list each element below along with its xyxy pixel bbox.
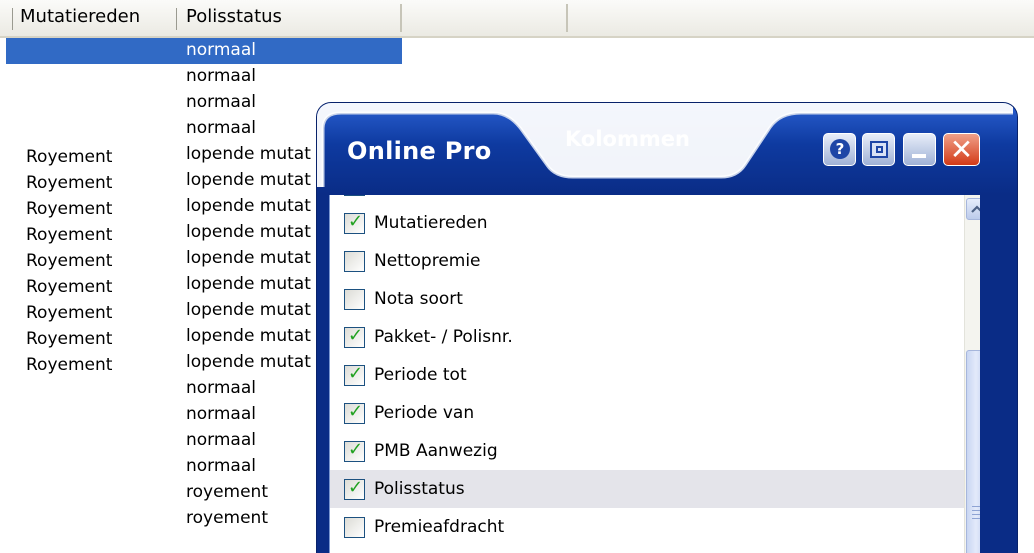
cell-polisstatus[interactable]: normaal [186,115,256,141]
cell-polisstatus[interactable]: lopende mutat [186,219,311,245]
cell-polisstatus[interactable]: lopende mutat [186,141,311,167]
grid-header: Mutatiereden Polisstatus [0,0,1034,38]
cell-polisstatus[interactable]: normaal [186,375,256,401]
cell-polisstatus[interactable]: lopende mutat [186,323,311,349]
checkmark-icon: ✓ [348,211,364,232]
column-checkbox[interactable]: ✓ [344,325,365,348]
cell-polisstatus[interactable]: royement [186,479,268,505]
cell-mutatiereden[interactable]: Royement [26,196,112,222]
list-item-label: Mutatiereden [374,213,488,233]
list-item[interactable]: ✓ PMB Aanwezig [330,432,964,470]
list-item[interactable]: ✓ Polisstatus [330,470,964,508]
list-item-label: PMB Aanwezig [374,441,498,461]
help-icon: ? [830,139,850,159]
cell-polisstatus[interactable]: lopende mutat [186,193,311,219]
column-checkbox[interactable] [344,251,365,272]
cell-polisstatus[interactable]: normaal [186,89,256,115]
cell-mutatiereden[interactable]: Royement [26,352,112,378]
cell-mutatiereden[interactable]: Royement [26,300,112,326]
column-checkbox[interactable]: ✓ [344,401,365,424]
scroll-grip [972,506,980,507]
vertical-scrollbar[interactable] [964,195,980,553]
list-item-label: Pakket- / Polisnr. [374,327,513,347]
list-item[interactable]: Premieafdracht [330,508,964,546]
list-item-label: Premieafdracht [374,517,505,537]
list-item-label: Periode tot [374,365,467,385]
column-checkbox[interactable]: ✓ [344,363,365,386]
list-item-label: Nota soort [374,289,463,309]
cell-polisstatus[interactable]: normaal [186,63,256,89]
app-title: Online Pro [347,137,492,165]
list-item-label: Periode van [374,403,475,423]
list-item[interactable]: Nettopremie [330,242,964,280]
cell-mutatiereden[interactable]: Royement [26,144,112,170]
column-checkbox[interactable] [344,289,365,310]
cell-polisstatus[interactable]: lopende mutat [186,245,311,271]
close-icon: ✕ [949,133,974,166]
scroll-grip [972,518,980,519]
scroll-up-button[interactable] [966,198,980,220]
scroll-grip [972,514,980,515]
cell-polisstatus[interactable]: normaal [186,453,256,479]
checkmark-icon: ✓ [348,325,364,346]
column-header-polisstatus[interactable]: Polisstatus [186,6,282,27]
checkmark-icon: ✓ [348,439,364,460]
screenshot-icon [870,141,888,158]
chevron-up-icon [971,205,980,213]
screenshot-button[interactable] [862,133,895,166]
column-separator[interactable] [400,4,402,32]
cell-mutatiereden[interactable]: Royement [26,274,112,300]
cell-polisstatus[interactable]: normaal [186,401,256,427]
list-item[interactable]: ✓ Periode tot [330,356,964,394]
cell-polisstatus[interactable]: lopende mutat [186,297,311,323]
scroll-thumb[interactable] [966,350,980,553]
cell-polisstatus[interactable]: lopende mutat [186,271,311,297]
cell-mutatiereden[interactable]: Royement [26,248,112,274]
column-list[interactable]: ✓ Mutatiereden Nettopremie Nota soort ✓ Pakke… [329,195,980,553]
list-item[interactable]: Nota soort [330,280,964,318]
cell-mutatiereden[interactable]: Royement [26,170,112,196]
kolommen-dialog: Online Pro Kolommen ? ✕ ✓ Mutatiereden Net… [317,103,1017,553]
cell-polisstatus[interactable]: royement [186,505,268,531]
column-header-mutatiereden[interactable]: Mutatiereden [20,6,140,27]
list-item[interactable]: ✓ Mutatiereden [330,204,964,242]
cell-polisstatus[interactable]: lopende mutat [186,349,311,375]
checkmark-icon: ✓ [348,477,364,498]
cell-polisstatus[interactable]: normaal [186,427,256,453]
list-item[interactable]: ✓ Pakket- / Polisnr. [330,318,964,356]
close-button[interactable]: ✕ [943,133,980,166]
column-separator[interactable] [12,8,13,30]
minimize-icon [912,154,926,158]
dialog-title-bar[interactable]: Online Pro Kolommen ? ✕ [317,103,1017,195]
column-checkbox[interactable]: ✓ [344,477,365,500]
checkmark-icon: ✓ [348,363,364,384]
column-separator[interactable] [566,4,568,32]
cell-mutatiereden[interactable]: Royement [26,222,112,248]
column-checkbox[interactable] [344,195,365,196]
minimize-button[interactable] [903,133,936,166]
scroll-grip [972,510,980,511]
cell-mutatiereden[interactable]: Royement [26,326,112,352]
column-checkbox[interactable]: ✓ [344,211,365,234]
list-item[interactable]: ✓ Periode van [330,394,964,432]
column-checkbox[interactable] [344,517,365,538]
column-checkbox[interactable]: ✓ [344,439,365,462]
list-item-partial[interactable] [330,195,964,204]
column-separator[interactable] [176,8,177,30]
list-item-label: Polisstatus [374,479,465,499]
cell-polisstatus[interactable]: normaal [186,37,256,63]
tab-kolommen[interactable]: Kolommen [565,127,690,151]
help-button[interactable]: ? [823,133,856,166]
list-item-label: Nettopremie [374,251,481,271]
cell-polisstatus[interactable]: lopende mutat [186,167,311,193]
checkmark-icon: ✓ [348,401,364,422]
